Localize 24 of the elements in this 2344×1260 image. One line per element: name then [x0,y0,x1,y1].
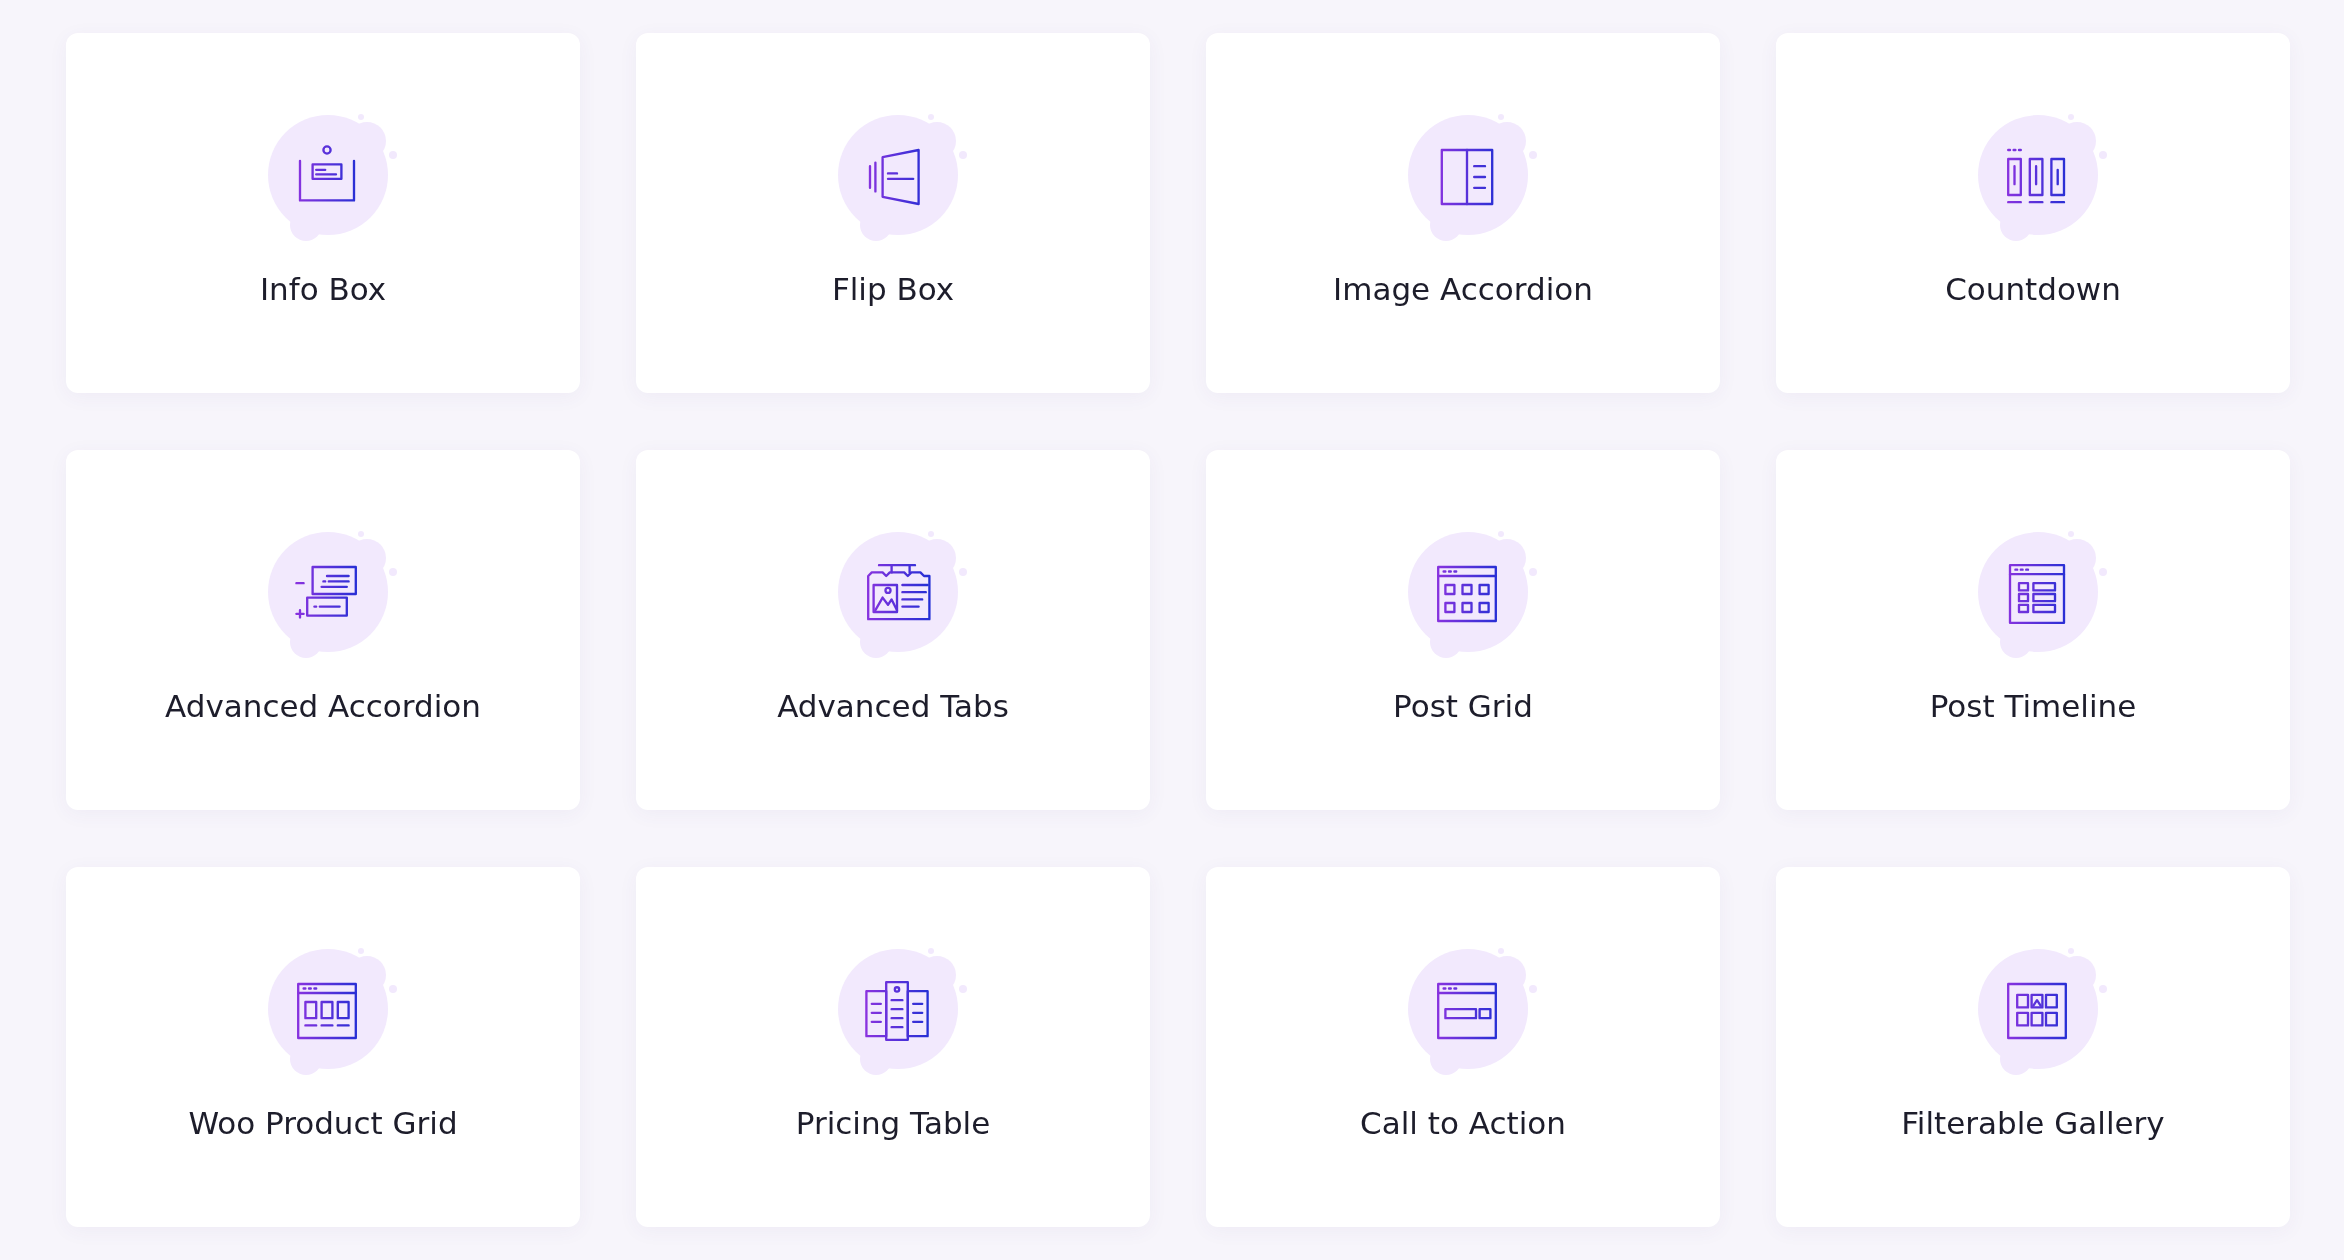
widget-card[interactable]: Filterable Gallery [1776,867,2290,1227]
widget-card[interactable]: Countdown [1776,33,2290,393]
widget-card[interactable]: Image Accordion [1206,33,1720,393]
widget-card[interactable]: Post Grid [1206,450,1720,810]
widget-title: Info Box [259,271,387,307]
widget-title: Filterable Gallery [1901,1105,2165,1141]
widget-card[interactable]: Advanced Tabs [636,450,1150,810]
widget-title: Pricing Table [795,1105,991,1141]
widget-title: Call to Action [1360,1105,1566,1141]
widget-card[interactable]: Flip Box [636,33,1150,393]
widget-title: Advanced Accordion [165,688,481,724]
widget-title: Image Accordion [1333,271,1593,307]
widget-card[interactable]: Pricing Table [636,867,1150,1227]
widget-title: Post Grid [1393,688,1533,724]
widget-card[interactable]: Call to Action [1206,867,1720,1227]
widget-card[interactable]: Advanced Accordion [66,450,580,810]
widget-title: Post Timeline [1929,688,2137,724]
widget-card[interactable]: Info Box [66,33,580,393]
widget-title: Countdown [1945,271,2121,307]
widget-card[interactable]: Woo Product Grid [66,867,580,1227]
widget-title: Woo Product Grid [188,1105,458,1141]
widget-card[interactable]: Post Timeline [1776,450,2290,810]
widget-title: Advanced Tabs [777,688,1009,724]
widget-title: Flip Box [831,271,955,307]
